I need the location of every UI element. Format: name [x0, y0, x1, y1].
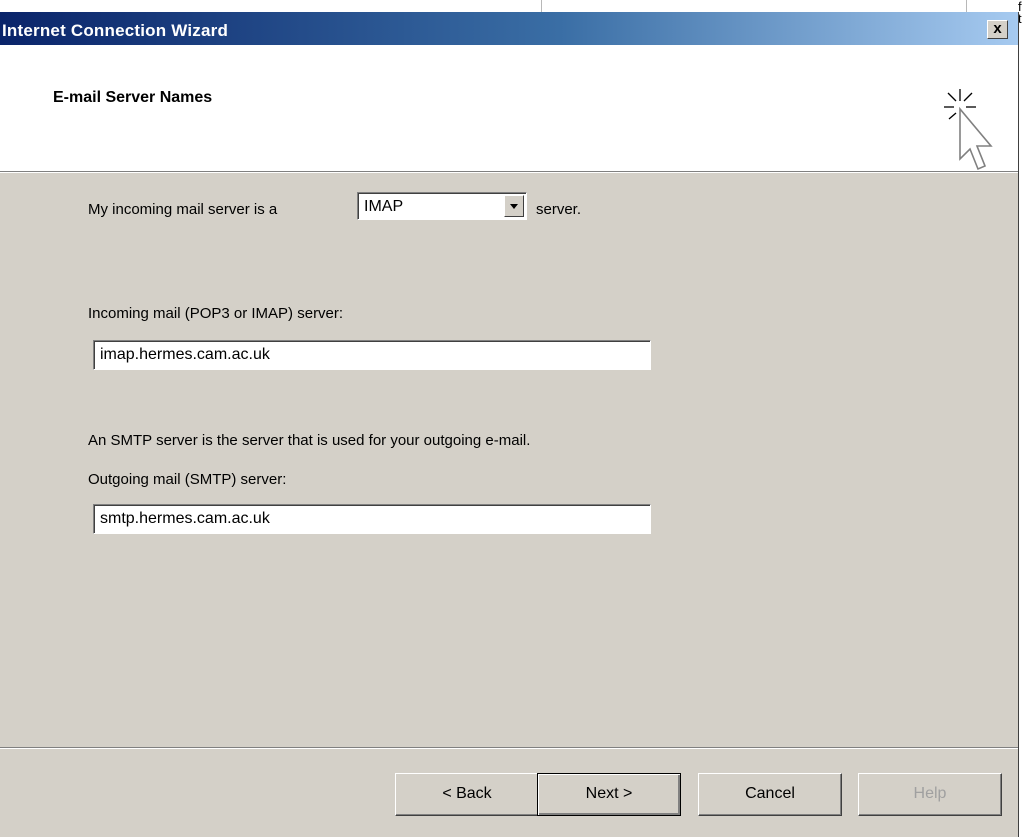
server-type-dropdown[interactable]: IMAP [357, 192, 527, 220]
server-type-prefix-label: My incoming mail server is a [88, 201, 278, 218]
internet-connection-wizard-dialog: Internet Connection Wizard x E-mail Serv… [0, 12, 1019, 837]
window-title: Internet Connection Wizard [2, 21, 229, 40]
incoming-server-input[interactable] [93, 340, 651, 370]
close-button[interactable]: x [987, 20, 1008, 39]
header-separator [0, 171, 1018, 173]
outgoing-server-input[interactable] [93, 504, 651, 534]
back-button[interactable]: < Back [395, 773, 539, 816]
server-type-suffix-label: server. [536, 201, 582, 218]
incoming-server-label: Incoming mail (POP3 or IMAP) server: [88, 305, 344, 322]
outgoing-server-label: Outgoing mail (SMTP) server: [88, 471, 287, 488]
wizard-header: E-mail Server Names [0, 45, 1018, 171]
server-type-selected: IMAP [364, 198, 404, 215]
smtp-description: An SMTP server is the server that is use… [88, 432, 531, 449]
title-bar[interactable]: Internet Connection Wizard x [0, 12, 1018, 45]
cancel-button[interactable]: Cancel [698, 773, 842, 816]
wizard-cursor-sparkle-icon [944, 89, 993, 171]
background-window-top [0, 0, 1031, 12]
close-icon: x [993, 20, 1002, 37]
footer-separator [0, 747, 1018, 749]
next-button[interactable]: Next > [537, 773, 681, 816]
help-button: Help [858, 773, 1002, 816]
dropdown-arrow-icon[interactable] [504, 195, 524, 217]
page-title: E-mail Server Names [53, 89, 213, 106]
